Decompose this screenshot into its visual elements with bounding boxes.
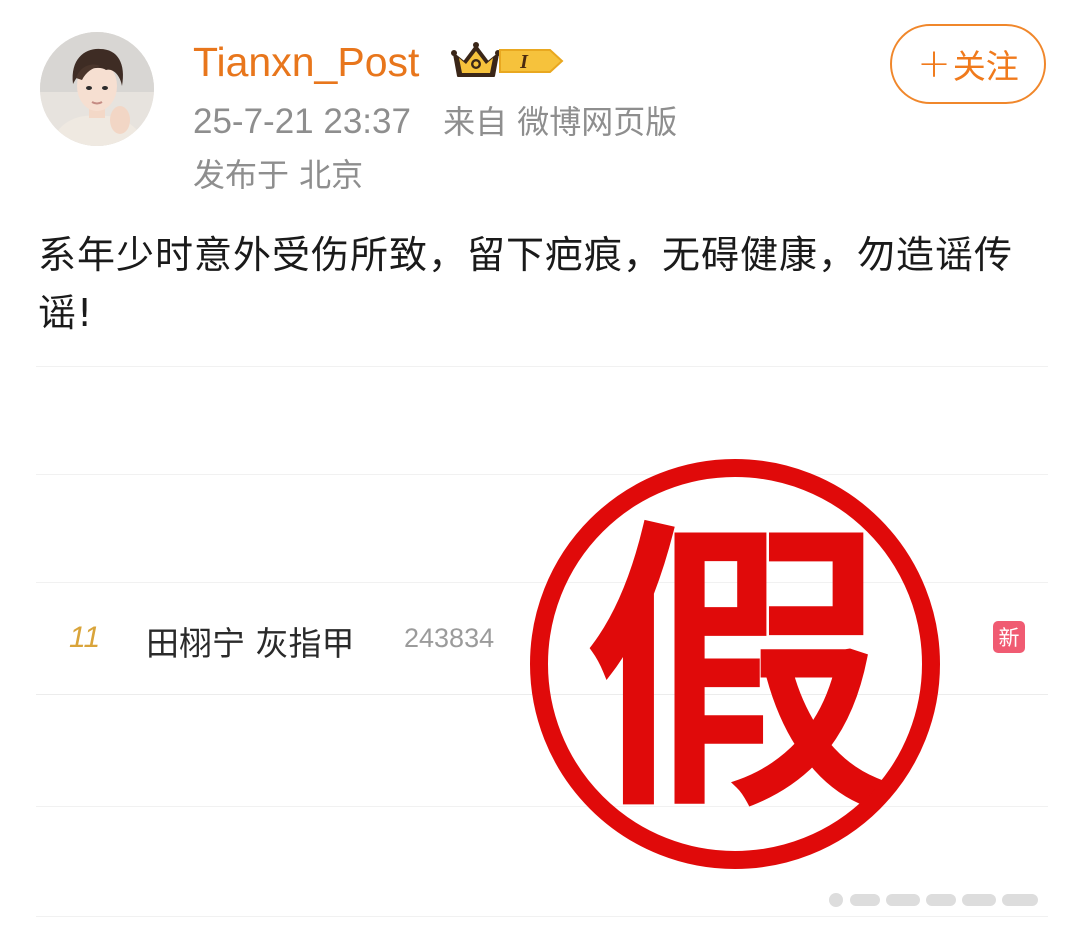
username[interactable]: Tianxn_Post — [193, 36, 419, 88]
stamp-text: 假 — [585, 498, 885, 847]
hot-new-badge: 新 — [993, 621, 1025, 653]
follow-button[interactable]: + 关注 — [890, 24, 1046, 104]
watermark — [829, 893, 1038, 907]
vip-level-text: I — [519, 51, 529, 73]
user-avatar-image — [40, 32, 154, 146]
fake-stamp: 假 — [530, 459, 940, 869]
post-location: 发布于 北京 — [193, 156, 364, 194]
post-text: 系年少时意外受伤所致，留下疤痕，无碍健康，勿造谣传谣! — [38, 233, 1014, 335]
divider — [36, 916, 1048, 917]
post-source[interactable]: 来自 微博网页版 — [443, 103, 677, 141]
follow-label: 关注 — [952, 47, 1019, 86]
post-image[interactable]: 11 田栩宁 灰指甲 243834 新 假 — [36, 360, 1048, 920]
post-meta: 25-7-21 23:37 来自 微博网页版 — [193, 100, 677, 144]
vip-level-icon: I — [499, 49, 564, 73]
post-timestamp: 25-7-21 23:37 — [193, 102, 411, 141]
hot-search-title: 田栩宁 灰指甲 — [146, 624, 355, 663]
divider — [36, 366, 1048, 367]
avatar[interactable] — [40, 32, 154, 146]
plus-icon: + — [917, 41, 951, 87]
hot-search-count: 243834 — [404, 623, 495, 653]
vip-badge[interactable]: I — [450, 40, 568, 82]
hot-search-rank: 11 — [69, 621, 101, 654]
crown-icon — [451, 42, 501, 77]
